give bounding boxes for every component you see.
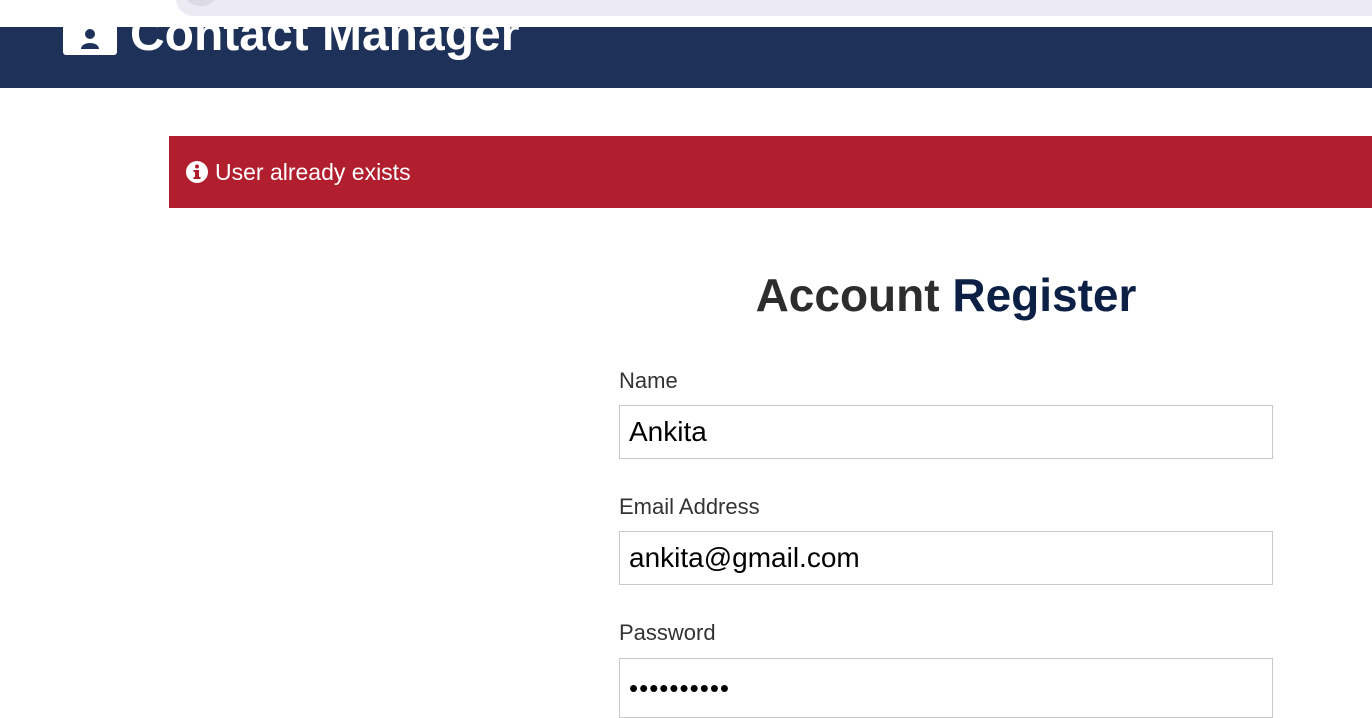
info-circle-icon — [185, 160, 209, 184]
address-bar[interactable] — [176, 0, 1372, 16]
user-id-icon[interactable] — [63, 27, 117, 55]
brand-title[interactable]: Contact Manager — [130, 27, 519, 71]
page-title: Account Register — [619, 266, 1273, 324]
name-label: Name — [619, 368, 678, 393]
page-title-part1: Account — [755, 269, 940, 321]
alert-message: User already exists — [215, 158, 411, 185]
email-label: Email Address — [619, 494, 760, 519]
email-field[interactable] — [619, 531, 1273, 585]
name-field[interactable] — [619, 405, 1273, 459]
password-field[interactable] — [619, 658, 1273, 718]
page-title-part2: Register — [952, 269, 1137, 321]
error-alert: User already exists — [169, 136, 1372, 208]
navbar: Contact Manager — [0, 27, 1372, 88]
password-label: Password — [619, 620, 716, 645]
browser-chrome — [0, 0, 1372, 28]
